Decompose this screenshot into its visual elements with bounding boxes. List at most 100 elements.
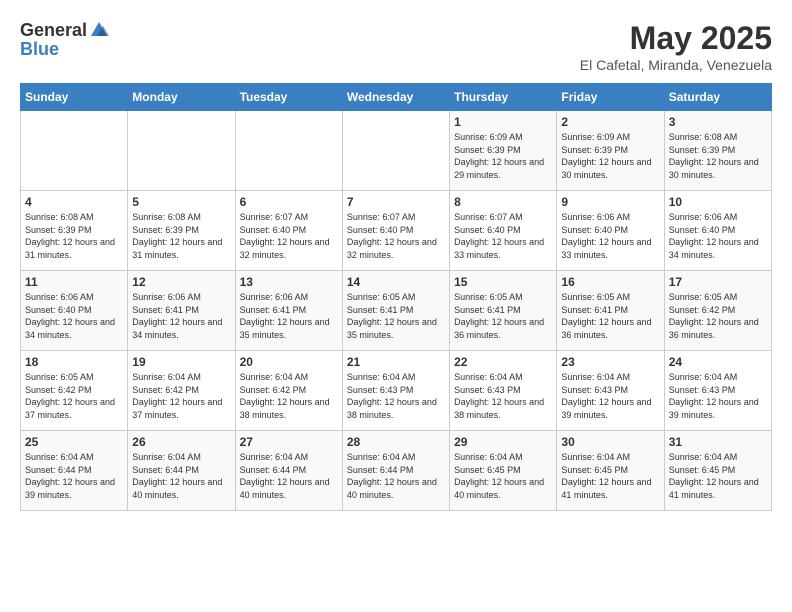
day-cell: 8Sunrise: 6:07 AM Sunset: 6:40 PM Daylig… (450, 191, 557, 271)
day-info: Sunrise: 6:06 AM Sunset: 6:41 PM Dayligh… (240, 291, 338, 341)
day-info: Sunrise: 6:04 AM Sunset: 6:44 PM Dayligh… (25, 451, 123, 501)
day-info: Sunrise: 6:04 AM Sunset: 6:45 PM Dayligh… (669, 451, 767, 501)
day-number: 16 (561, 275, 659, 289)
week-row-2: 4 Sunrise: 6:08 AM Sunset: 6:39 PM Daylig… (21, 191, 772, 271)
day-cell (342, 111, 449, 191)
day-number: 9 (561, 195, 659, 209)
day-cell: 12Sunrise: 6:06 AM Sunset: 6:41 PM Dayli… (128, 271, 235, 351)
day-cell (235, 111, 342, 191)
day-cell: 20 Sunrise: 6:04 AM Sunset: 6:42 PM Dayli… (235, 351, 342, 431)
day-info: Sunrise: 6:07 AM Sunset: 6:40 PM Dayligh… (347, 211, 445, 261)
day-cell: 24Sunrise: 6:04 AM Sunset: 6:43 PM Dayli… (664, 351, 771, 431)
day-cell: 18 Sunrise: 6:05 AM Sunset: 6:42 PM Dayli… (21, 351, 128, 431)
day-number: 12 (132, 275, 230, 289)
day-info: Sunrise: 6:07 AM Sunset: 6:40 PM Dayligh… (240, 211, 338, 261)
day-info: Sunrise: 6:04 AM Sunset: 6:43 PM Dayligh… (347, 371, 445, 421)
day-cell: 13 Sunrise: 6:06 AM Sunset: 6:41 PM Dayli… (235, 271, 342, 351)
day-cell: 5 Sunrise: 6:08 AM Sunset: 6:39 PM Daylig… (128, 191, 235, 271)
weekday-header-friday: Friday (557, 84, 664, 111)
day-number: 15 (454, 275, 552, 289)
day-info: Sunrise: 6:08 AM Sunset: 6:39 PM Dayligh… (132, 211, 230, 261)
weekday-header-saturday: Saturday (664, 84, 771, 111)
day-cell: 16 Sunrise: 6:05 AM Sunset: 6:41 PM Dayli… (557, 271, 664, 351)
day-cell: 25 Sunrise: 6:04 AM Sunset: 6:44 PM Dayli… (21, 431, 128, 511)
day-info: Sunrise: 6:04 AM Sunset: 6:44 PM Dayligh… (132, 451, 230, 501)
day-number: 13 (240, 275, 338, 289)
calendar-table: SundayMondayTuesdayWednesdayThursdayFrid… (20, 83, 772, 511)
day-number: 6 (240, 195, 338, 209)
day-info: Sunrise: 6:05 AM Sunset: 6:42 PM Dayligh… (25, 371, 123, 421)
day-info: Sunrise: 6:05 AM Sunset: 6:41 PM Dayligh… (347, 291, 445, 341)
header: General Blue May 2025 El Cafetal, Mirand… (20, 20, 772, 73)
day-info: Sunrise: 6:09 AM Sunset: 6:39 PM Dayligh… (454, 131, 552, 181)
day-cell (21, 111, 128, 191)
day-number: 3 (669, 115, 767, 129)
day-info: Sunrise: 6:05 AM Sunset: 6:41 PM Dayligh… (561, 291, 659, 341)
day-number: 1 (454, 115, 552, 129)
day-info: Sunrise: 6:06 AM Sunset: 6:40 PM Dayligh… (25, 291, 123, 341)
week-row-3: 11 Sunrise: 6:06 AM Sunset: 6:40 PM Dayli… (21, 271, 772, 351)
weekday-header-tuesday: Tuesday (235, 84, 342, 111)
logo-icon (89, 20, 109, 40)
logo-blue: Blue (20, 39, 59, 59)
day-info: Sunrise: 6:05 AM Sunset: 6:42 PM Dayligh… (669, 291, 767, 341)
day-number: 17 (669, 275, 767, 289)
day-info: Sunrise: 6:04 AM Sunset: 6:44 PM Dayligh… (240, 451, 338, 501)
day-cell: 14 Sunrise: 6:05 AM Sunset: 6:41 PM Dayli… (342, 271, 449, 351)
day-number: 4 (25, 195, 123, 209)
day-info: Sunrise: 6:06 AM Sunset: 6:40 PM Dayligh… (561, 211, 659, 261)
day-cell: 31 Sunrise: 6:04 AM Sunset: 6:45 PM Dayli… (664, 431, 771, 511)
day-cell: 11 Sunrise: 6:06 AM Sunset: 6:40 PM Dayli… (21, 271, 128, 351)
day-info: Sunrise: 6:04 AM Sunset: 6:42 PM Dayligh… (240, 371, 338, 421)
day-cell: 4Sunrise: 6:08 AM Sunset: 6:39 PM Daylig… (21, 191, 128, 271)
week-row-4: 18 Sunrise: 6:05 AM Sunset: 6:42 PM Dayli… (21, 351, 772, 431)
day-cell: 29Sunrise: 6:04 AM Sunset: 6:45 PM Dayli… (450, 431, 557, 511)
day-number: 31 (669, 435, 767, 449)
weekday-header-thursday: Thursday (450, 84, 557, 111)
day-number: 20 (240, 355, 338, 369)
day-info: Sunrise: 6:08 AM Sunset: 6:39 PM Dayligh… (669, 131, 767, 181)
day-number: 11 (25, 275, 123, 289)
day-cell: 6 Sunrise: 6:07 AM Sunset: 6:40 PM Daylig… (235, 191, 342, 271)
day-number: 5 (132, 195, 230, 209)
day-number: 18 (25, 355, 123, 369)
weekday-header-wednesday: Wednesday (342, 84, 449, 111)
day-number: 26 (132, 435, 230, 449)
day-info: Sunrise: 6:06 AM Sunset: 6:40 PM Dayligh… (669, 211, 767, 261)
day-cell: 26 Sunrise: 6:04 AM Sunset: 6:44 PM Dayli… (128, 431, 235, 511)
day-number: 19 (132, 355, 230, 369)
day-number: 7 (347, 195, 445, 209)
day-info: Sunrise: 6:05 AM Sunset: 6:41 PM Dayligh… (454, 291, 552, 341)
day-number: 25 (25, 435, 123, 449)
weekday-header-sunday: Sunday (21, 84, 128, 111)
day-cell (128, 111, 235, 191)
day-cell: 9 Sunrise: 6:06 AM Sunset: 6:40 PM Daylig… (557, 191, 664, 271)
logo-general: General (20, 21, 87, 39)
day-cell: 30Sunrise: 6:04 AM Sunset: 6:45 PM Dayli… (557, 431, 664, 511)
day-cell: 28Sunrise: 6:04 AM Sunset: 6:44 PM Dayli… (342, 431, 449, 511)
weekday-header-monday: Monday (128, 84, 235, 111)
day-number: 30 (561, 435, 659, 449)
day-number: 10 (669, 195, 767, 209)
day-number: 14 (347, 275, 445, 289)
day-info: Sunrise: 6:04 AM Sunset: 6:42 PM Dayligh… (132, 371, 230, 421)
title-area: May 2025 El Cafetal, Miranda, Venezuela (580, 20, 772, 73)
subtitle: El Cafetal, Miranda, Venezuela (580, 57, 772, 73)
day-number: 21 (347, 355, 445, 369)
logo: General Blue (20, 20, 109, 60)
day-number: 8 (454, 195, 552, 209)
day-cell: 19 Sunrise: 6:04 AM Sunset: 6:42 PM Dayli… (128, 351, 235, 431)
day-number: 2 (561, 115, 659, 129)
day-cell: 15 Sunrise: 6:05 AM Sunset: 6:41 PM Dayli… (450, 271, 557, 351)
day-info: Sunrise: 6:04 AM Sunset: 6:44 PM Dayligh… (347, 451, 445, 501)
week-row-5: 25 Sunrise: 6:04 AM Sunset: 6:44 PM Dayli… (21, 431, 772, 511)
day-cell: 1 Sunrise: 6:09 AM Sunset: 6:39 PM Daylig… (450, 111, 557, 191)
day-cell: 2Sunrise: 6:09 AM Sunset: 6:39 PM Daylig… (557, 111, 664, 191)
day-cell: 10 Sunrise: 6:06 AM Sunset: 6:40 PM Dayli… (664, 191, 771, 271)
day-cell: 22Sunrise: 6:04 AM Sunset: 6:43 PM Dayli… (450, 351, 557, 431)
day-number: 23 (561, 355, 659, 369)
day-cell: 27 Sunrise: 6:04 AM Sunset: 6:44 PM Dayli… (235, 431, 342, 511)
day-number: 22 (454, 355, 552, 369)
day-cell: 17 Sunrise: 6:05 AM Sunset: 6:42 PM Dayli… (664, 271, 771, 351)
day-number: 27 (240, 435, 338, 449)
